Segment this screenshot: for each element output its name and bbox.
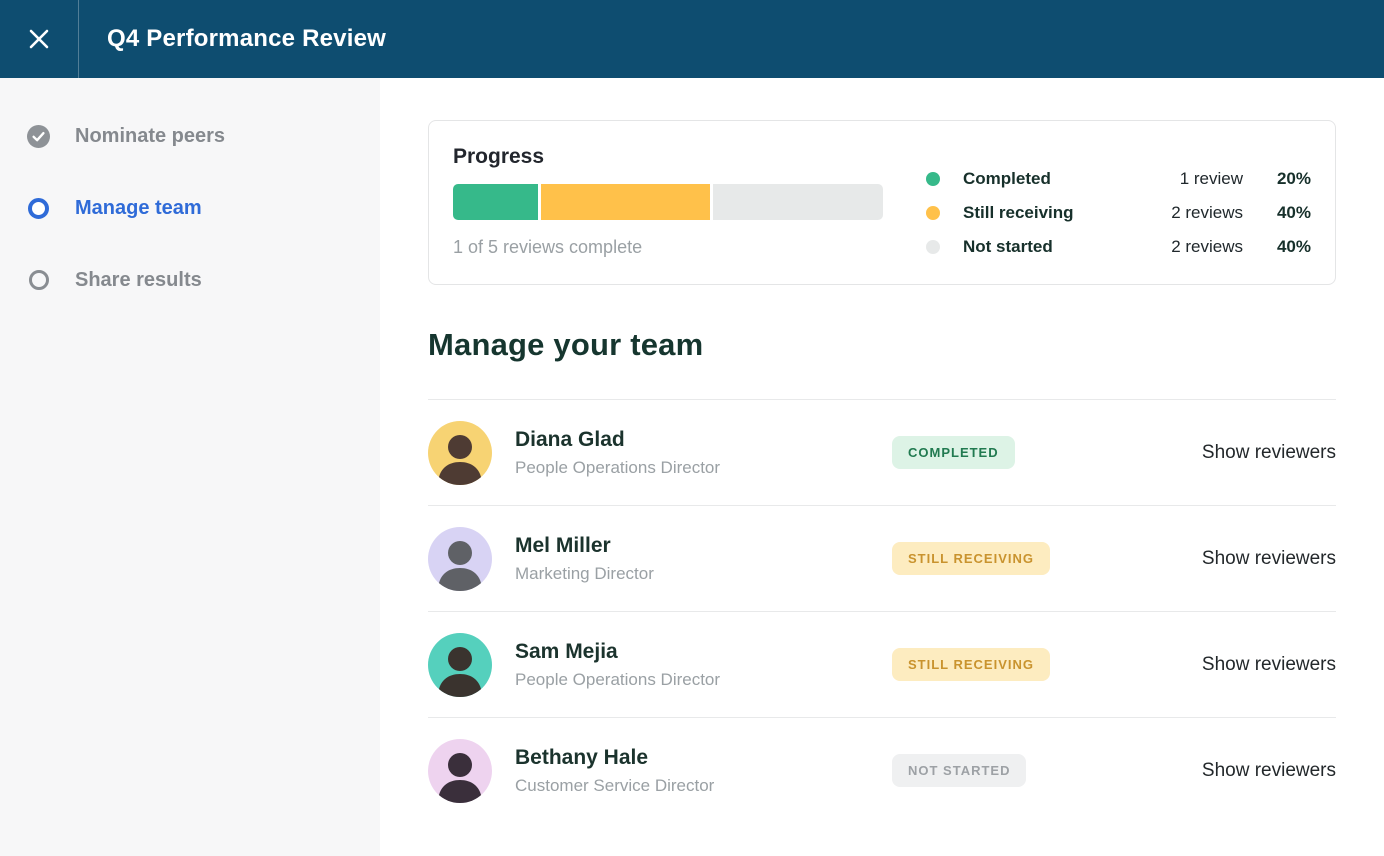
avatar — [428, 633, 492, 697]
member-name: Diana Glad — [515, 428, 892, 452]
legend-count: 2 reviews — [1074, 203, 1243, 223]
legend-percent: 20% — [1243, 169, 1311, 189]
show-reviewers-link[interactable]: Show reviewers — [1202, 548, 1336, 570]
legend-row-not-started: Not started 2 reviews 40% — [926, 237, 1311, 257]
status-badge: STILL RECEIVING — [892, 542, 1050, 575]
avatar — [428, 739, 492, 803]
show-reviewers-link[interactable]: Show reviewers — [1202, 654, 1336, 676]
radio-icon — [27, 269, 50, 292]
progress-legend: Completed 1 review 20% Still receiving 2… — [926, 145, 1311, 258]
status-badge: COMPLETED — [892, 436, 1015, 469]
steps-sidebar: Nominate peers Manage team Share results — [0, 78, 380, 856]
progress-segment-not-started — [713, 184, 883, 220]
show-reviewers-link[interactable]: Show reviewers — [1202, 760, 1336, 782]
table-row: Mel Miller Marketing Director STILL RECE… — [428, 505, 1336, 611]
member-name: Sam Mejia — [515, 640, 892, 664]
legend-count: 2 reviews — [1053, 237, 1243, 257]
not-started-dot-icon — [926, 240, 940, 254]
sidebar-item-manage-team[interactable]: Manage team — [27, 194, 380, 222]
avatar — [428, 527, 492, 591]
progress-summary: 1 of 5 reviews complete — [453, 237, 883, 258]
legend-label: Still receiving — [963, 203, 1074, 223]
avatar — [428, 421, 492, 485]
close-button[interactable] — [0, 0, 79, 78]
completed-dot-icon — [926, 172, 940, 186]
legend-row-still-receiving: Still receiving 2 reviews 40% — [926, 203, 1311, 223]
legend-percent: 40% — [1243, 203, 1311, 223]
member-title: Marketing Director — [515, 564, 892, 584]
progress-segment-completed — [453, 184, 538, 220]
app-header: Q4 Performance Review — [0, 0, 1384, 78]
legend-percent: 40% — [1243, 237, 1311, 257]
team-list: Diana Glad People Operations Director CO… — [428, 399, 1336, 823]
sidebar-item-label: Nominate peers — [75, 125, 225, 148]
close-icon — [27, 27, 51, 51]
table-row: Sam Mejia People Operations Director STI… — [428, 611, 1336, 717]
legend-label: Completed — [963, 169, 1051, 189]
legend-label: Not started — [963, 237, 1053, 257]
main-content: Progress 1 of 5 reviews complete Complet… — [380, 78, 1384, 856]
status-badge: NOT STARTED — [892, 754, 1026, 787]
legend-count: 1 review — [1051, 169, 1243, 189]
progress-card-title: Progress — [453, 145, 883, 169]
member-name: Mel Miller — [515, 534, 892, 558]
table-row: Diana Glad People Operations Director CO… — [428, 399, 1336, 505]
active-radio-icon — [27, 197, 50, 220]
status-badge: STILL RECEIVING — [892, 648, 1050, 681]
table-row: Bethany Hale Customer Service Director N… — [428, 717, 1336, 823]
completed-check-icon — [27, 125, 50, 148]
progress-bar — [453, 184, 883, 220]
member-title: Customer Service Director — [515, 776, 892, 796]
sidebar-item-nominate-peers[interactable]: Nominate peers — [27, 122, 380, 150]
legend-row-completed: Completed 1 review 20% — [926, 169, 1311, 189]
still-receiving-dot-icon — [926, 206, 940, 220]
section-title: Manage your team — [428, 327, 1336, 363]
sidebar-item-share-results[interactable]: Share results — [27, 266, 380, 294]
member-name: Bethany Hale — [515, 746, 892, 770]
member-title: People Operations Director — [515, 458, 892, 478]
member-title: People Operations Director — [515, 670, 892, 690]
page-title: Q4 Performance Review — [79, 0, 386, 78]
progress-segment-still-receiving — [541, 184, 711, 220]
show-reviewers-link[interactable]: Show reviewers — [1202, 442, 1336, 464]
sidebar-item-label: Manage team — [75, 197, 202, 220]
sidebar-item-label: Share results — [75, 269, 202, 292]
progress-card: Progress 1 of 5 reviews complete Complet… — [428, 120, 1336, 285]
